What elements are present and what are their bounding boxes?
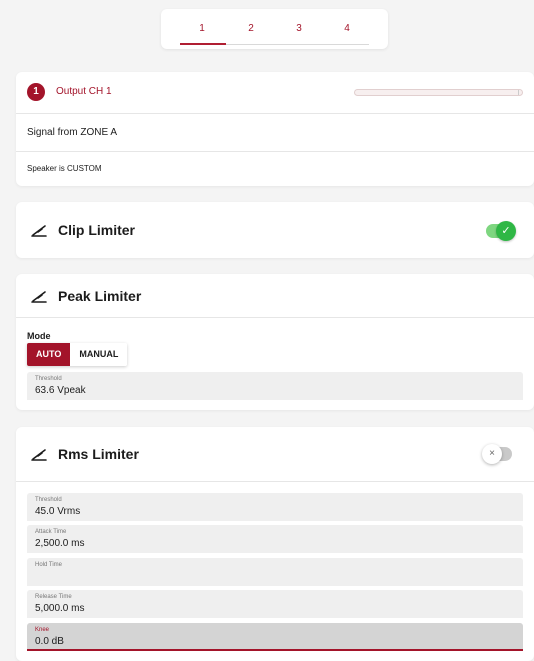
speaker-row: Speaker is CUSTOM — [16, 152, 534, 186]
active-tab-indicator — [180, 43, 226, 45]
field-label: Knee — [35, 627, 50, 633]
field-value: 5,000.0 ms — [35, 603, 85, 614]
clip-limiter-card: Clip Limiter ✓ — [16, 202, 534, 258]
close-icon: × — [482, 444, 502, 464]
rms-threshold-field[interactable]: Threshold 45.0 Vrms — [27, 493, 523, 521]
mode-auto-button[interactable]: AUTO — [27, 343, 71, 366]
field-label: Release Time — [35, 594, 72, 600]
level-meter — [354, 89, 523, 96]
limiter-icon — [31, 225, 47, 237]
signal-source-text: Signal from ZONE A — [27, 127, 118, 138]
field-label: Threshold — [35, 376, 62, 382]
clip-limiter-title: Clip Limiter — [58, 222, 136, 238]
release-time-field[interactable]: Release Time 5,000.0 ms — [27, 590, 523, 618]
knee-field[interactable]: Knee 0.0 dB — [27, 623, 523, 651]
field-value: 0.0 dB — [35, 636, 64, 647]
attack-time-field[interactable]: Attack Time 2,500.0 ms — [27, 525, 523, 553]
channel-number-badge: 1 — [27, 83, 45, 101]
rms-limiter-title: Rms Limiter — [58, 446, 139, 462]
channel-title: Output CH 1 — [56, 86, 112, 97]
mode-selector: AUTO MANUAL — [27, 343, 128, 366]
field-label: Hold Time — [35, 562, 63, 568]
clip-limiter-toggle[interactable]: ✓ — [486, 221, 516, 241]
output-channel-card: 1 Output CH 1 Signal from ZONE A Speaker… — [16, 72, 534, 186]
peak-limiter-header: Peak Limiter — [16, 274, 534, 318]
peak-limiter-title: Peak Limiter — [58, 288, 142, 304]
hold-time-field[interactable]: Hold Time — [27, 558, 523, 586]
limiter-icon — [31, 449, 47, 461]
field-value: 45.0 Vrms — [35, 506, 81, 517]
tab-3[interactable]: 3 — [289, 23, 309, 34]
limiter-icon — [31, 291, 47, 303]
rms-limiter-header: Rms Limiter × — [16, 427, 534, 482]
channel-tabs: 1 2 3 4 — [161, 9, 388, 49]
field-label: Threshold — [35, 497, 62, 503]
tab-1[interactable]: 1 — [192, 23, 212, 34]
field-label: Attack Time — [35, 529, 67, 535]
peak-threshold-field[interactable]: Threshold 63.6 Vpeak — [27, 372, 523, 400]
field-value: 2,500.0 ms — [35, 538, 85, 549]
field-value: 63.6 Vpeak — [35, 385, 86, 396]
mode-label: Mode — [27, 331, 51, 341]
rms-limiter-card: Rms Limiter × Threshold 45.0 Vrms Attack… — [16, 427, 534, 661]
speaker-type-text: Speaker is CUSTOM — [27, 164, 102, 173]
rms-limiter-toggle[interactable]: × — [482, 444, 512, 464]
peak-limiter-card: Peak Limiter Mode AUTO MANUAL Threshold … — [16, 274, 534, 410]
channel-header: 1 Output CH 1 — [16, 72, 534, 114]
tab-4[interactable]: 4 — [337, 23, 357, 34]
mode-manual-button[interactable]: MANUAL — [70, 343, 128, 366]
check-icon: ✓ — [496, 221, 516, 241]
tab-2[interactable]: 2 — [241, 23, 261, 34]
signal-row: Signal from ZONE A — [16, 114, 534, 152]
